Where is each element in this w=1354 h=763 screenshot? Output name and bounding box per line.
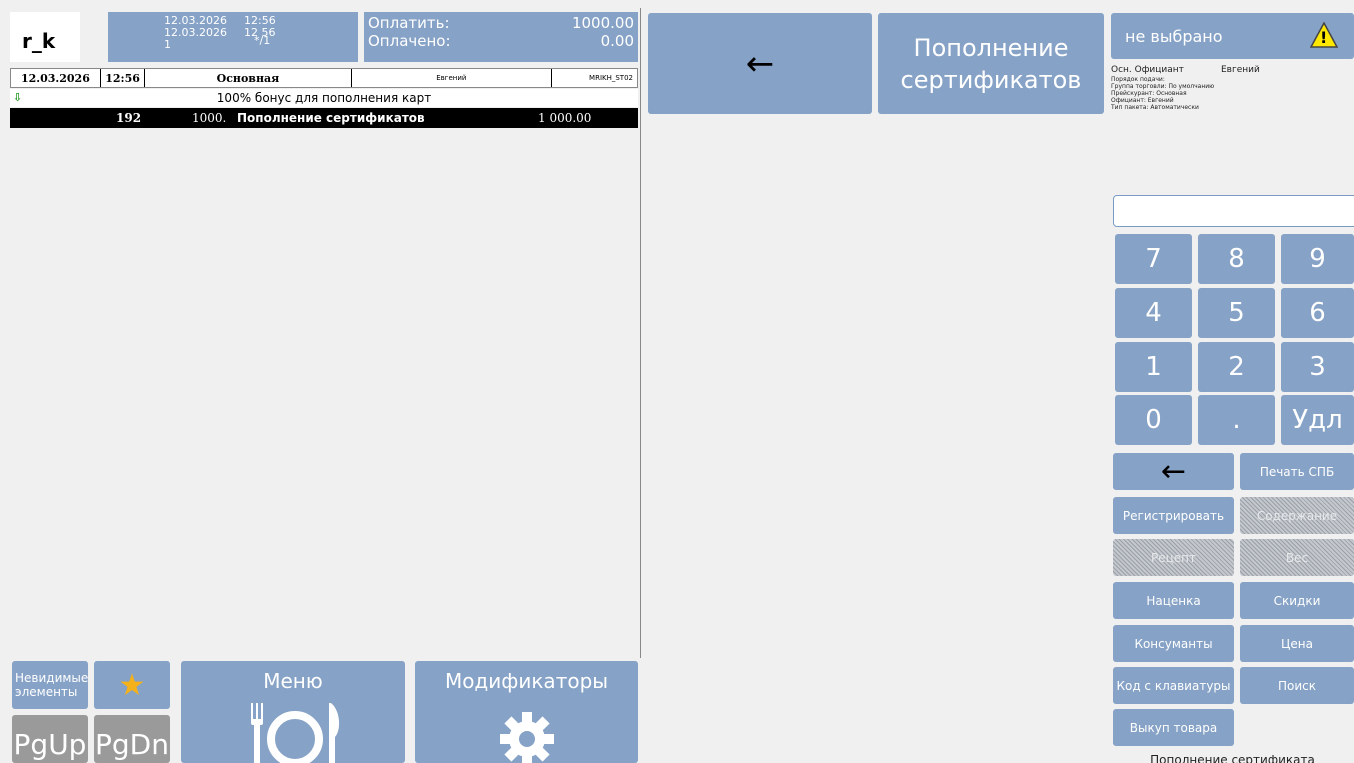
pay-value: 1000.00	[571, 14, 634, 32]
footer-status: Пополнение сертификата	[1150, 753, 1315, 763]
markup-button[interactable]: Наценка	[1113, 582, 1234, 619]
back-arrow-icon: ←	[745, 43, 775, 84]
info-panel: Осн. Официант Евгений Порядок подачи: Гру…	[1111, 62, 1354, 170]
header-number: 1	[164, 38, 171, 51]
header-suffix: */1	[254, 34, 271, 47]
top-strip	[0, 0, 1354, 8]
key-2[interactable]: 2	[1198, 342, 1275, 392]
header-dates: 12.03.2026 12:56 12.03.2026 12 56 1 */1	[108, 12, 358, 62]
paid-label: Оплачено:	[368, 32, 451, 50]
content-button: Содержание	[1240, 497, 1354, 534]
plate-icon	[251, 703, 340, 763]
category-button[interactable]: Пополнение сертификатов	[878, 13, 1104, 114]
menu-label: Меню	[263, 669, 323, 693]
warning-icon: !	[1309, 21, 1339, 48]
favorites-star-button[interactable]: ★	[94, 661, 170, 709]
header-payment: Оплатить: 1000.00 Оплачено: 0.00	[364, 12, 638, 62]
pay-label: Оплатить:	[368, 14, 450, 32]
key-7[interactable]: 7	[1115, 234, 1192, 284]
print-spb-button[interactable]: Печать СПБ	[1240, 453, 1354, 490]
discounts-button[interactable]: Скидки	[1240, 582, 1354, 619]
bonus-line[interactable]: ⇩ 100% бонус для пополнения карт	[10, 89, 638, 107]
key-4[interactable]: 4	[1115, 288, 1192, 338]
back-icon-button[interactable]: ←	[1113, 453, 1234, 490]
order-row-code: 192	[116, 111, 142, 125]
order-row-selected[interactable]: 192 1000. Пополнение сертификатов 1 000.…	[10, 108, 638, 128]
menu-button[interactable]: Меню	[181, 661, 405, 763]
key-1[interactable]: 1	[1115, 342, 1192, 392]
order-tariff: Основная	[145, 69, 352, 87]
info-line: Официант: Евгений	[1111, 97, 1174, 104]
page-up-button[interactable]: PgUp	[12, 715, 88, 763]
buyback-button[interactable]: Выкуп товара	[1113, 709, 1234, 746]
key-6[interactable]: 6	[1281, 288, 1354, 338]
key-3[interactable]: 3	[1281, 342, 1354, 392]
order-time: 12:56	[101, 69, 146, 87]
invisible-elements-button[interactable]: Невидимые элементы	[12, 661, 88, 709]
order-waiter: Евгений	[352, 69, 553, 87]
price-button[interactable]: Цена	[1240, 625, 1354, 662]
key-9[interactable]: 9	[1281, 234, 1354, 284]
modifiers-button[interactable]: Модификаторы	[415, 661, 638, 763]
info-line: Тип пакета: Автоматически	[1111, 104, 1199, 111]
info-line: Порядок подачи:	[1111, 76, 1165, 83]
weight-button: Вес	[1240, 539, 1354, 576]
paid-value: 0.00	[600, 32, 634, 50]
order-row-sum: 1 000.00	[538, 111, 592, 125]
keyboard-code-button[interactable]: Код с клавиатуры	[1113, 667, 1234, 704]
order-row-name: Пополнение сертификатов	[237, 111, 425, 125]
down-arrow-icon: ⇩	[13, 91, 23, 104]
info-waiter-label: Осн. Официант	[1111, 65, 1184, 75]
bonus-text: 100% бонус для пополнения карт	[216, 91, 432, 105]
key-delete[interactable]: Удл	[1281, 395, 1354, 445]
search-button[interactable]: Поиск	[1240, 667, 1354, 704]
register-button[interactable]: Регистрировать	[1113, 497, 1234, 534]
info-line: Прейскурант: Основная	[1111, 90, 1187, 97]
recipe-button: Рецепт	[1113, 539, 1234, 576]
info-line: Группа торговли: По умолчанию	[1111, 83, 1215, 90]
category-label: Пополнение сертификатов	[900, 33, 1082, 94]
key-0[interactable]: 0	[1115, 395, 1192, 445]
status-label: не выбрано	[1125, 26, 1223, 46]
order-header: 12.03.2026 12:56 Основная Евгений MRIKH_…	[10, 68, 638, 88]
order-date: 12.03.2026	[11, 69, 101, 87]
key-dot[interactable]: .	[1198, 395, 1275, 445]
order-station: MRIKH_ST02	[589, 74, 633, 82]
consumables-button[interactable]: Консуманты	[1113, 625, 1234, 662]
gear-icon	[500, 712, 554, 763]
page-down-button[interactable]: PgDn	[94, 715, 170, 763]
warning-glyph: !	[1320, 28, 1328, 47]
back-button[interactable]: ←	[648, 13, 872, 114]
quantity-input[interactable]	[1113, 195, 1354, 227]
info-waiter-value: Евгений	[1221, 65, 1260, 75]
star-icon: ★	[118, 667, 146, 703]
header-date-2: 12.03.2026	[164, 26, 227, 39]
order-row-qty: 1000.	[192, 111, 227, 125]
app-logo: r_k	[10, 12, 80, 62]
modifiers-label: Модификаторы	[444, 669, 609, 693]
key-8[interactable]: 8	[1198, 234, 1275, 284]
key-5[interactable]: 5	[1198, 288, 1275, 338]
